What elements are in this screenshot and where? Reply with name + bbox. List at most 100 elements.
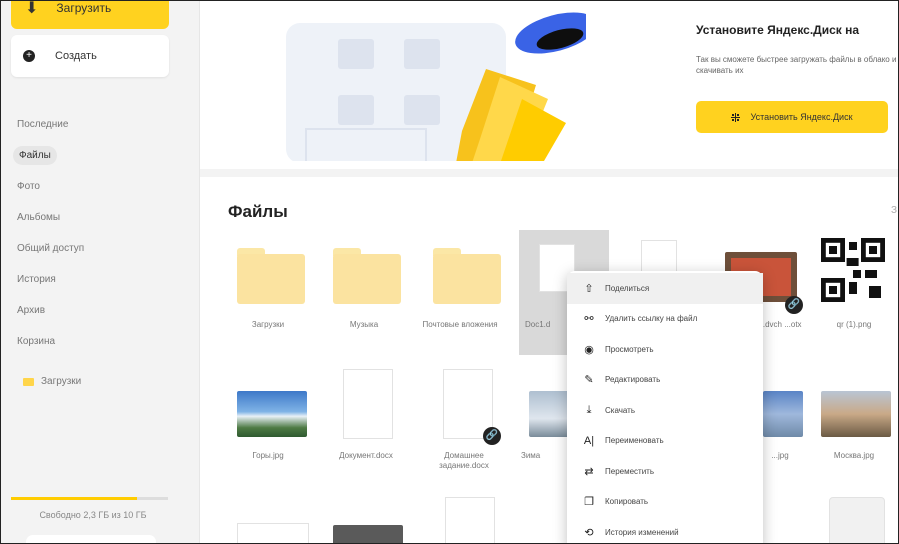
upload-button[interactable]: ⬇ Загрузить [11, 0, 169, 29]
menu-item-view[interactable]: ◉ Просмотреть [567, 334, 763, 365]
file-name: Горы.jpg [252, 451, 284, 460]
sidebar-item-history[interactable]: История [13, 264, 183, 295]
pencil-icon: ✎ [584, 374, 594, 387]
sidebar-item-photos[interactable]: Фото [13, 171, 183, 202]
image-thumbnail [763, 391, 803, 437]
file-tile-music[interactable]: Музыка [319, 230, 409, 355]
menu-item-label: История изменений [605, 527, 679, 537]
create-label: Создать [55, 50, 97, 62]
file-name: Doc1.d [525, 320, 551, 329]
buy-space-button[interactable] [26, 535, 156, 543]
trash-thumbnail[interactable] [829, 497, 885, 543]
history-icon: ⟲ [584, 526, 594, 539]
file-name: Музыка [349, 320, 379, 329]
link-icon: 🔗 [483, 427, 501, 445]
sort-control[interactable]: З [891, 205, 897, 216]
sidebar-item-label: Корзина [17, 336, 56, 347]
menu-item-label: Удалить ссылку на файл [605, 314, 698, 324]
menu-item-label: Просмотреть [605, 344, 654, 354]
sidebar-favorite-folder[interactable]: Загрузки [23, 376, 81, 387]
sidebar-item-label: Альбомы [17, 212, 61, 223]
image-thumbnail[interactable] [333, 525, 403, 543]
plus-icon: + [23, 50, 35, 62]
upload-icon: ⬇ [25, 0, 39, 17]
eye-icon: ◉ [584, 343, 594, 356]
file-tile-moscow[interactable]: Москва.jpg [809, 361, 898, 486]
sidebar-item-shared[interactable]: Общий доступ [13, 233, 183, 264]
page-title: Файлы [228, 202, 288, 221]
link-icon: 🔗 [785, 296, 803, 314]
sidebar-nav: Последние Файлы Фото Альбомы Общий досту… [13, 109, 183, 357]
download-icon: ⤓ [586, 403, 592, 416]
image-thumbnail [529, 391, 569, 437]
menu-item-download[interactable]: ⤓ Скачать [567, 395, 763, 426]
file-name: qr (1).png [836, 320, 872, 329]
menu-item-remove-link[interactable]: ⚯ Удалить ссылку на файл [567, 304, 763, 335]
folder-icon [23, 377, 34, 386]
install-banner: Установите Яндекс.Диск на Так вы сможете… [200, 1, 898, 169]
sidebar-item-label: Фото [17, 181, 40, 192]
menu-item-rename[interactable]: A| Переименовать [567, 426, 763, 457]
document-icon [343, 369, 393, 439]
storage-progress [11, 497, 168, 500]
file-name: Документ.docx [339, 451, 393, 460]
menu-item-copy[interactable]: ❐ Копировать [567, 487, 763, 518]
file-name: Почтовые вложения [422, 320, 498, 329]
banner-text: Так вы сможете быстрее загружать файлы в… [696, 55, 897, 75]
folder-icon [433, 248, 501, 304]
document-thumbnail[interactable] [445, 497, 495, 543]
storage-progress-fill [11, 497, 137, 500]
image-thumbnail [821, 391, 891, 437]
menu-item-share[interactable]: ⇧ Поделиться [567, 273, 763, 304]
menu-item-label: Редактировать [605, 375, 661, 385]
menu-item-label: Скачать [605, 405, 635, 415]
menu-item-label: Копировать [605, 497, 649, 507]
create-button[interactable]: + Создать [11, 35, 169, 77]
document-thumbnail[interactable] [237, 523, 309, 543]
file-name: Москва.jpg [833, 451, 875, 460]
windows-icon [731, 112, 741, 122]
menu-item-label: Переместить [605, 466, 655, 476]
menu-item-move[interactable]: ⇄ Переместить [567, 456, 763, 487]
file-name: Загрузки [251, 320, 285, 329]
sidebar-item-label: Файлы [13, 146, 57, 165]
folder-icon [237, 248, 305, 304]
sidebar-item-recent[interactable]: Последние [13, 109, 183, 140]
menu-item-label: Переименовать [605, 436, 664, 446]
rename-icon: A| [583, 434, 595, 447]
file-tile-document-docx[interactable]: Документ.docx [319, 361, 409, 486]
file-tile-mountains[interactable]: Горы.jpg [223, 361, 313, 486]
copy-icon: ❐ [584, 496, 594, 509]
banner-title: Установите Яндекс.Диск на [696, 23, 860, 37]
share-icon: ⇧ [584, 282, 594, 295]
sidebar-item-albums[interactable]: Альбомы [13, 202, 183, 233]
file-tile-downloads[interactable]: Загрузки [223, 230, 313, 355]
image-thumbnail [237, 391, 307, 437]
context-menu: ⇧ Поделиться ⚯ Удалить ссылку на файл ◉ Про… [567, 271, 763, 543]
file-name: Домашнее задание.docx [439, 451, 489, 470]
file-tile-homework[interactable]: 🔗 Домашнее задание.docx [419, 361, 509, 486]
install-disk-button[interactable]: Установить Яндекс.Диск [696, 101, 888, 133]
sidebar-item-label: Общий доступ [17, 243, 85, 254]
sidebar-item-trash[interactable]: Корзина [13, 326, 183, 357]
qr-thumbnail [821, 238, 885, 302]
sidebar-item-label: Последние [17, 119, 69, 130]
file-tile-mail-attachments[interactable]: Почтовые вложения [419, 230, 509, 355]
menu-item-label: Поделиться [605, 283, 650, 293]
link-icon: ⚯ [584, 313, 594, 326]
menu-item-history[interactable]: ⟲ История изменений [567, 517, 763, 543]
sidebar-item-label: Архив [17, 305, 46, 316]
section-divider [200, 169, 898, 177]
menu-item-edit[interactable]: ✎ Редактировать [567, 365, 763, 396]
sidebar-item-archive[interactable]: Архив [13, 295, 183, 326]
move-icon: ⇄ [584, 465, 594, 478]
file-tile-qr[interactable]: qr (1).png [809, 230, 898, 355]
sidebar-item-files[interactable]: Файлы [13, 140, 183, 171]
favorite-folder-label: Загрузки [41, 376, 82, 387]
storage-text: Свободно 2,3 ГБ из 10 ГБ [39, 510, 147, 520]
install-button-label: Установить Яндекс.Диск [750, 112, 853, 122]
sidebar: ⬇ Загрузить + Создать Последние Файлы Фо… [1, 1, 200, 543]
folder-icon [333, 248, 401, 304]
sidebar-item-label: История [17, 274, 56, 285]
app-window: ⬇ Загрузить + Создать Последние Файлы Фо… [0, 0, 899, 544]
